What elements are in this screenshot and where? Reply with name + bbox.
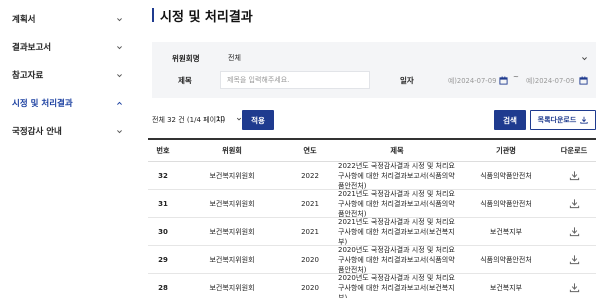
row-year: 2021: [301, 227, 319, 236]
page-title: 시정 및 처리결과: [160, 9, 253, 25]
sidebar-item-result-report[interactable]: 결과보고서: [12, 33, 124, 61]
row-download-button[interactable]: [552, 254, 596, 265]
row-year: 2020: [301, 283, 319, 292]
date-from-input[interactable]: 예)2024-07-09: [444, 72, 512, 88]
committee-select[interactable]: 전체: [222, 49, 594, 67]
sidebar-item-audit-guide[interactable]: 국정감사 안내: [12, 117, 124, 145]
row-organization: 식품의약품안전처: [480, 255, 532, 264]
row-download-button[interactable]: [552, 170, 596, 181]
table-header: 번호 위원회 연도 제목 기관명 다운로드: [148, 138, 596, 162]
download-list-label: 목록다운로드: [537, 116, 577, 124]
result-count: 전체 32 건 (1/4 페이지): [152, 116, 226, 124]
row-number: 31: [158, 199, 168, 208]
sidebar-item-label: 국정감사 안내: [12, 127, 62, 137]
header-committee: 위원회: [222, 145, 242, 155]
sidebar-item-label: 참고자료: [12, 71, 44, 81]
row-committee: 보건복지위원회: [209, 227, 255, 236]
row-organization: 보건복지부: [489, 227, 523, 236]
sidebar-item-label: 계획서: [12, 15, 36, 25]
committee-select-value: 전체: [228, 54, 241, 62]
chevron-up-icon: [114, 98, 124, 108]
chevron-down-icon: [582, 56, 587, 60]
row-organization: 식품의약품안전처: [480, 171, 532, 180]
search-button[interactable]: 검색: [494, 110, 526, 130]
committee-label: 위원회명: [172, 53, 200, 63]
chevron-down-icon: [114, 70, 124, 80]
row-committee: 보건복지위원회: [209, 255, 255, 264]
row-committee: 보건복지위원회: [209, 171, 255, 180]
row-download-button[interactable]: [552, 198, 596, 209]
download-list-button[interactable]: 목록다운로드: [530, 110, 596, 130]
subject-placeholder: 제목을 입력해주세요.: [227, 76, 290, 84]
download-icon: [569, 283, 579, 293]
sidebar-item-correction-results[interactable]: 시정 및 처리결과: [12, 89, 124, 117]
download-icon: [580, 116, 588, 124]
calendar-icon[interactable]: [579, 75, 588, 85]
title-accent-bar: [152, 8, 154, 22]
sidebar-item-label: 결과보고서: [12, 43, 52, 53]
download-icon: [569, 255, 579, 265]
calendar-icon[interactable]: [499, 75, 508, 85]
sidebar-item-reference[interactable]: 참고자료: [12, 61, 124, 89]
row-organization: 식품의약품안전처: [480, 199, 532, 208]
row-number: 32: [158, 171, 168, 180]
row-year: 2021: [301, 199, 319, 208]
header-number: 번호: [156, 145, 170, 155]
row-committee: 보건복지위원회: [209, 283, 255, 292]
page-size-value: 10: [216, 115, 225, 123]
row-number: 30: [158, 227, 168, 236]
header-title: 제목: [390, 145, 404, 155]
download-icon: [569, 171, 579, 181]
header-organization: 기관명: [496, 145, 516, 155]
sidebar-item-label: 시정 및 처리결과: [12, 99, 73, 109]
row-title-link[interactable]: 2020년도 국정감사결과 시정 및 처리요구사항에 대한 처리결과보고서(식품…: [334, 245, 460, 275]
row-download-button[interactable]: [552, 226, 596, 237]
row-year: 2020: [301, 255, 319, 264]
download-icon: [569, 227, 579, 237]
row-committee: 보건복지위원회: [209, 199, 255, 208]
date-to-placeholder: 예)2024-07-09: [526, 77, 575, 85]
date-from-placeholder: 예)2024-07-09: [448, 77, 497, 85]
row-title-link[interactable]: 2021년도 국정감사결과 시정 및 처리요구사항에 대한 처리결과보고서(식품…: [334, 189, 460, 219]
table-row: 28 보건복지위원회 2020 2020년도 국정감사결과 시정 및 처리요구사…: [148, 274, 596, 298]
row-number: 29: [158, 255, 168, 264]
table-row: 31 보건복지위원회 2021 2021년도 국정감사결과 시정 및 처리요구사…: [148, 190, 596, 218]
download-icon: [569, 199, 579, 209]
results-table: 번호 위원회 연도 제목 기관명 다운로드 32 보건복지위원회 2022 20…: [148, 138, 596, 298]
chevron-down-icon: [114, 126, 124, 136]
apply-button[interactable]: 적용: [242, 110, 274, 130]
sidebar-item-plan[interactable]: 계획서: [12, 5, 124, 33]
date-label: 일자: [400, 75, 414, 85]
page-header: 시정 및 처리결과: [152, 6, 253, 25]
header-year: 연도: [303, 145, 317, 155]
row-title-link[interactable]: 2022년도 국정감사결과 시정 및 처리요구사항에 대한 처리결과보고서(식품…: [334, 161, 460, 191]
date-to-input[interactable]: 예)2024-07-09: [522, 72, 592, 88]
row-year: 2022: [301, 171, 319, 180]
row-title-link[interactable]: 2020년도 국정감사결과 시정 및 처리요구사항에 대한 처리결과보고서(보건…: [334, 273, 460, 298]
table-row: 32 보건복지위원회 2022 2022년도 국정감사결과 시정 및 처리요구사…: [148, 162, 596, 190]
row-organization: 보건복지부: [489, 283, 523, 292]
header-download: 다운로드: [560, 145, 588, 155]
sidebar: 계획서 결과보고서 참고자료 시정 및 처리결과 국정감사 안내: [0, 0, 132, 298]
table-row: 29 보건복지위원회 2020 2020년도 국정감사결과 시정 및 처리요구사…: [148, 246, 596, 274]
subject-label: 제목: [178, 75, 192, 85]
row-number: 28: [158, 283, 168, 292]
chevron-down-icon: [114, 14, 124, 24]
row-download-button[interactable]: [552, 282, 596, 293]
subject-input[interactable]: 제목을 입력해주세요.: [220, 71, 370, 89]
date-separator: ~: [513, 73, 519, 81]
chevron-down-icon: [114, 42, 124, 52]
row-title-link[interactable]: 2021년도 국정감사결과 시정 및 처리요구사항에 대한 처리결과보고서(보건…: [334, 217, 460, 247]
page-size-select[interactable]: 10: [216, 112, 242, 126]
table-row: 30 보건복지위원회 2021 2021년도 국정감사결과 시정 및 처리요구사…: [148, 218, 596, 246]
